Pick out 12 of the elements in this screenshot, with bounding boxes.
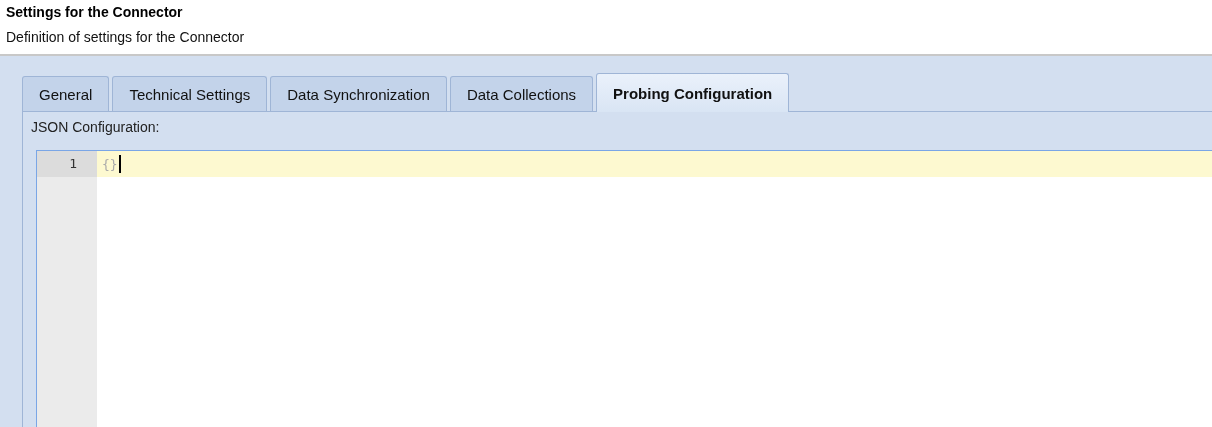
tab[interactable]: Technical Settings <box>112 76 268 111</box>
line-number: 1 <box>37 151 97 177</box>
tab[interactable]: Data Synchronization <box>270 76 447 111</box>
text-cursor <box>118 155 121 173</box>
tab[interactable]: Data Collections <box>449 76 594 111</box>
section-description: Definition of settings for the Connector <box>6 28 246 46</box>
tab[interactable]: General <box>22 76 110 111</box>
code-editor[interactable]: 1 {} <box>36 150 1212 427</box>
field-label: JSON Configuration: <box>30 118 161 136</box>
tab[interactable]: Probing Configuration <box>596 73 790 112</box>
section-title: Settings for the Connector <box>6 3 184 21</box>
code-text: {} <box>102 156 118 172</box>
